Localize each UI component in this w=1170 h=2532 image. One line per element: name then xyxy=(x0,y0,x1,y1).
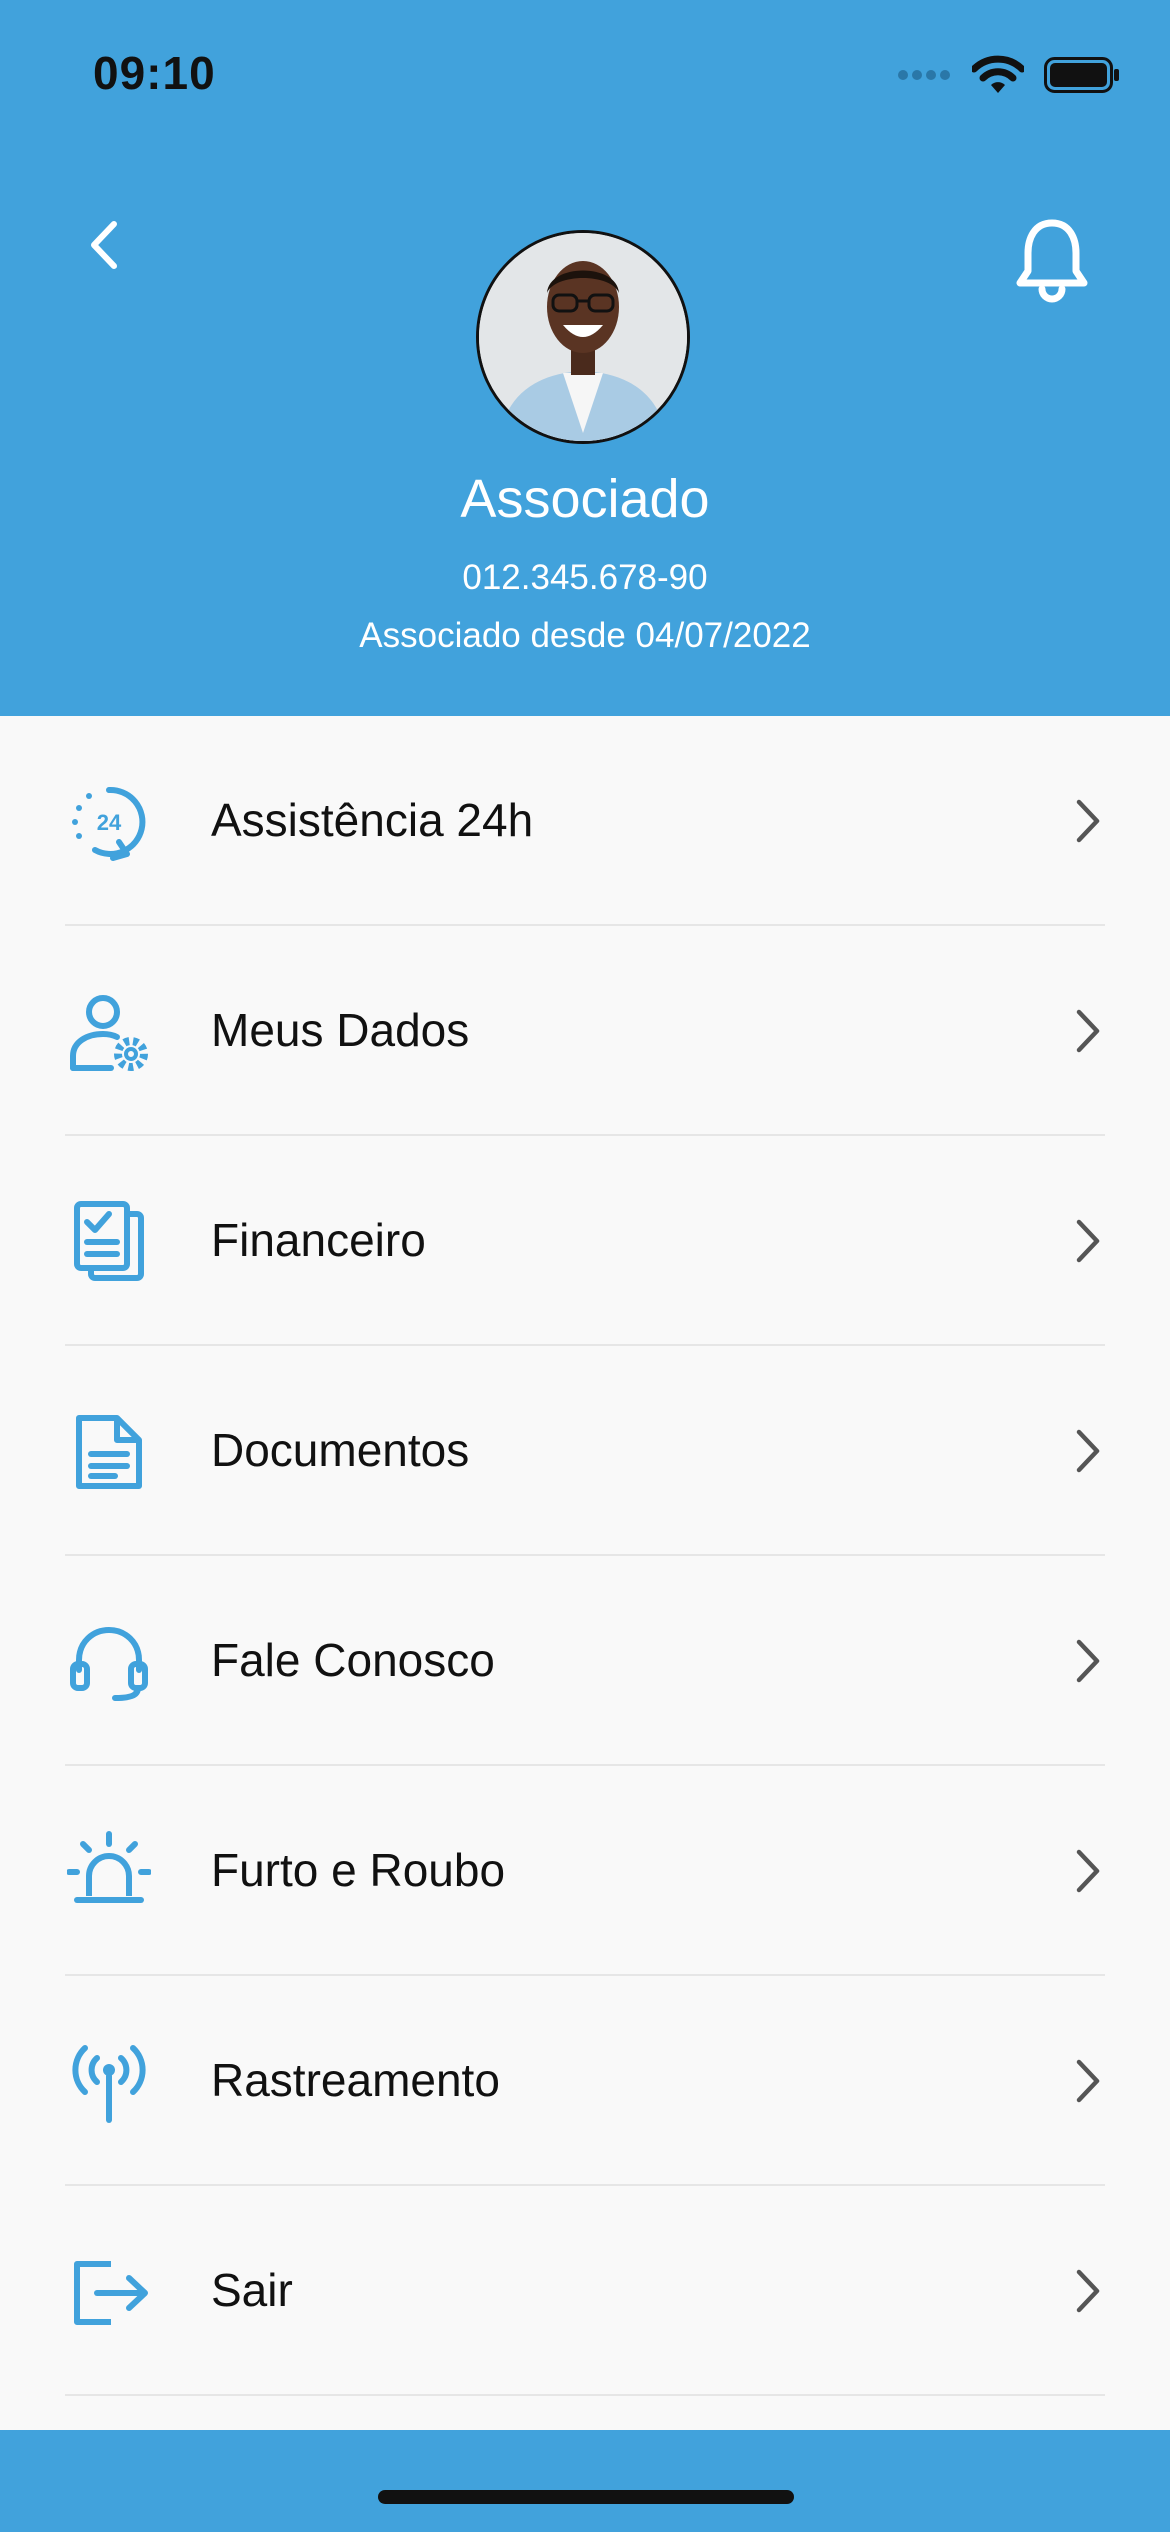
bell-icon[interactable] xyxy=(1012,213,1092,303)
chevron-right-icon xyxy=(1076,1009,1100,1053)
menu-item-furto-e-roubo[interactable]: Furto e Roubo xyxy=(65,1766,1105,1976)
cellular-signal-icon xyxy=(898,70,950,80)
home-indicator[interactable] xyxy=(378,2490,794,2504)
menu-item-label: Documentos xyxy=(211,1424,470,1476)
menu-item-sair[interactable]: Sair xyxy=(65,2186,1105,2396)
chevron-right-icon xyxy=(1076,1639,1100,1683)
chevron-right-icon xyxy=(1076,2269,1100,2313)
menu-item-documentos[interactable]: Documentos xyxy=(65,1346,1105,1556)
avatar xyxy=(476,230,690,444)
status-time: 09:10 xyxy=(93,47,216,99)
document-icon xyxy=(76,1415,142,1489)
menu-item-label: Meus Dados xyxy=(211,1004,470,1056)
profile-header: 09:10 Associado 012.345.678-90 Associado… xyxy=(0,0,1170,716)
menu-item-financeiro[interactable]: Financeiro xyxy=(65,1136,1105,1346)
back-button[interactable] xyxy=(80,210,132,280)
menu-list: 24 Assistência 24h Meus Dados Financeiro xyxy=(0,716,1170,2396)
logout-icon xyxy=(74,2261,148,2325)
chevron-right-icon xyxy=(1076,1219,1100,1263)
menu-item-label: Rastreamento xyxy=(211,2054,500,2106)
menu-item-assistencia-24h[interactable]: 24 Assistência 24h xyxy=(65,716,1105,926)
profile-photo xyxy=(479,233,687,441)
menu-item-label: Assistência 24h xyxy=(211,794,534,846)
siren-icon xyxy=(67,1831,151,1903)
member-since: Associado desde 04/07/2022 xyxy=(359,616,811,655)
menu-item-label: Fale Conosco xyxy=(211,1634,495,1686)
chevron-right-icon xyxy=(1076,1849,1100,1893)
svg-text:24: 24 xyxy=(97,810,122,835)
user-settings-icon xyxy=(70,995,148,1071)
chevron-right-icon xyxy=(1076,799,1100,843)
menu-item-label: Sair xyxy=(211,2264,293,2316)
user-name: Associado xyxy=(460,469,710,529)
bottom-bar xyxy=(0,2430,1170,2532)
status-icons xyxy=(898,50,1120,100)
user-cpf: 012.345.678-90 xyxy=(462,558,708,597)
headset-icon xyxy=(70,1626,148,1701)
wifi-icon xyxy=(972,55,1024,93)
chevron-right-icon xyxy=(1076,2059,1100,2103)
menu-item-meus-dados[interactable]: Meus Dados xyxy=(65,926,1105,1136)
financial-document-icon xyxy=(74,1201,144,1281)
assistance-24h-icon: 24 xyxy=(72,786,146,861)
menu-item-fale-conosco[interactable]: Fale Conosco xyxy=(65,1556,1105,1766)
battery-icon xyxy=(1044,57,1119,93)
menu-item-rastreamento[interactable]: Rastreamento xyxy=(65,1976,1105,2186)
chevron-right-icon xyxy=(1076,1429,1100,1473)
menu-item-label: Furto e Roubo xyxy=(211,1844,506,1896)
menu-item-label: Financeiro xyxy=(211,1214,426,1266)
tracking-antenna-icon xyxy=(72,2045,146,2123)
